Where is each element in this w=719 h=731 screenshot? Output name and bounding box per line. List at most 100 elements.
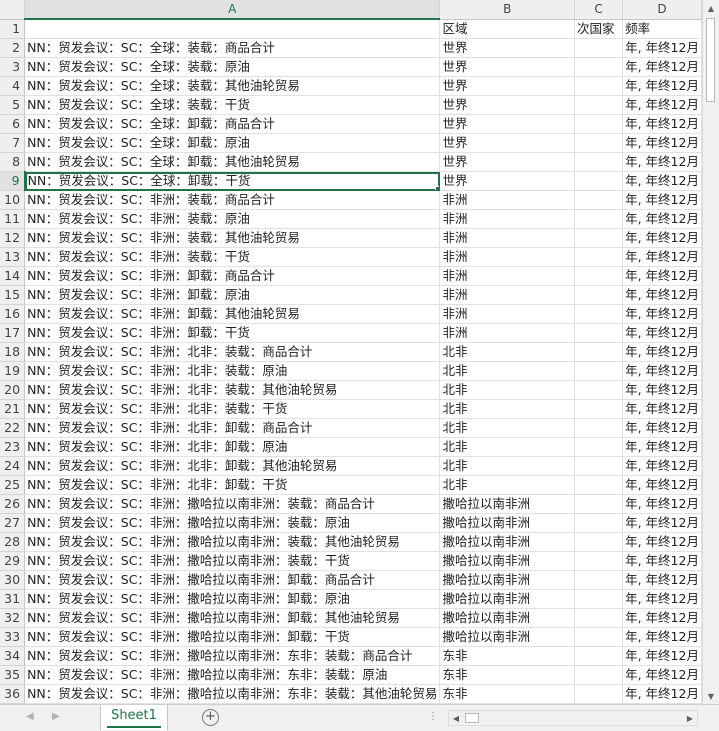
cell-d[interactable]: 年, 年终12月 xyxy=(622,247,702,267)
cell-a[interactable]: NN：贸发会议：SC：全球：装载：商品合计 xyxy=(24,38,441,58)
row-header[interactable]: 36 xyxy=(0,684,26,704)
row-header[interactable]: 11 xyxy=(0,209,26,229)
cell-c[interactable] xyxy=(574,380,624,400)
row-header[interactable]: 21 xyxy=(0,399,26,419)
row-header[interactable]: 2 xyxy=(0,38,26,58)
cell-a[interactable]: NN：贸发会议：SC：非洲：撒哈拉以南非洲：东非：装载：其他油轮贸易 xyxy=(24,684,441,704)
cell-c[interactable] xyxy=(574,532,624,552)
cell-c[interactable] xyxy=(574,76,624,96)
cell-a[interactable]: NN：贸发会议：SC：非洲：装载：商品合计 xyxy=(24,190,441,210)
row-header[interactable]: 5 xyxy=(0,95,26,115)
row-header[interactable]: 3 xyxy=(0,57,26,77)
cell-c[interactable] xyxy=(574,513,624,533)
cell-a[interactable]: NN：贸发会议：SC：非洲：卸载：原油 xyxy=(24,285,441,305)
row-header[interactable]: 26 xyxy=(0,494,26,514)
row-header[interactable]: 33 xyxy=(0,627,26,647)
cell-d[interactable]: 年, 年终12月 xyxy=(622,209,702,229)
row-header[interactable]: 7 xyxy=(0,133,26,153)
cell-c[interactable] xyxy=(574,323,624,343)
cell-d[interactable]: 年, 年终12月 xyxy=(622,361,702,381)
tab-splitter-handle[interactable]: ⋮ xyxy=(428,711,438,722)
cell-d[interactable]: 年, 年终12月 xyxy=(622,608,702,628)
cell-a[interactable]: NN：贸发会议：SC：非洲：装载：干货 xyxy=(24,247,441,267)
cell-a[interactable]: NN：贸发会议：SC：非洲：北非：装载：商品合计 xyxy=(24,342,441,362)
cell-c[interactable] xyxy=(574,114,624,134)
cell-a[interactable]: NN：贸发会议：SC：全球：卸载：干货 xyxy=(24,171,441,191)
cell-a[interactable]: NN：贸发会议：SC：全球：装载：其他油轮贸易 xyxy=(24,76,441,96)
cell-c[interactable] xyxy=(574,209,624,229)
cell-a[interactable]: NN：贸发会议：SC：非洲：撒哈拉以南非洲：装载：其他油轮贸易 xyxy=(24,532,441,552)
cell-c[interactable] xyxy=(574,171,624,191)
cell-d[interactable]: 年, 年终12月 xyxy=(622,38,702,58)
row-header[interactable]: 31 xyxy=(0,589,26,609)
cell-c[interactable] xyxy=(574,95,624,115)
arrow-up-icon[interactable]: ▲ xyxy=(703,0,719,16)
row-header[interactable]: 18 xyxy=(0,342,26,362)
cell-c[interactable] xyxy=(574,190,624,210)
cell-c[interactable] xyxy=(574,361,624,381)
cell-b[interactable]: 撒哈拉以南非洲 xyxy=(439,570,575,590)
plus-circle-icon[interactable]: + xyxy=(202,709,219,726)
row-header[interactable]: 29 xyxy=(0,551,26,571)
cell-a[interactable]: NN：贸发会议：SC：非洲：卸载：其他油轮贸易 xyxy=(24,304,441,324)
cell-d[interactable]: 年, 年终12月 xyxy=(622,551,702,571)
cell-a[interactable] xyxy=(24,19,441,39)
cell-b[interactable]: 北非 xyxy=(439,342,575,362)
cell-d[interactable]: 年, 年终12月 xyxy=(622,684,702,704)
cell-b[interactable]: 世界 xyxy=(439,152,575,172)
cell-d[interactable]: 年, 年终12月 xyxy=(622,513,702,533)
cell-d[interactable]: 年, 年终12月 xyxy=(622,418,702,438)
horizontal-scroll-thumb[interactable] xyxy=(465,713,479,723)
arrow-left-icon[interactable]: ◀ xyxy=(449,711,463,725)
column-header-d[interactable]: D xyxy=(622,0,702,20)
row-header[interactable]: 14 xyxy=(0,266,26,286)
cell-b[interactable]: 非洲 xyxy=(439,209,575,229)
row-header[interactable]: 20 xyxy=(0,380,26,400)
cell-c[interactable] xyxy=(574,342,624,362)
cell-a[interactable]: NN：贸发会议：SC：非洲：北非：装载：其他油轮贸易 xyxy=(24,380,441,400)
row-header[interactable]: 13 xyxy=(0,247,26,267)
cell-d[interactable]: 年, 年终12月 xyxy=(622,665,702,685)
row-header[interactable]: 19 xyxy=(0,361,26,381)
cell-c[interactable] xyxy=(574,266,624,286)
cell-d[interactable]: 年, 年终12月 xyxy=(622,627,702,647)
cell-b[interactable]: 非洲 xyxy=(439,304,575,324)
cell-d[interactable]: 年, 年终12月 xyxy=(622,190,702,210)
row-header[interactable]: 24 xyxy=(0,456,26,476)
cell-d[interactable]: 年, 年终12月 xyxy=(622,589,702,609)
cell-b[interactable]: 撒哈拉以南非洲 xyxy=(439,494,575,514)
row-header[interactable]: 12 xyxy=(0,228,26,248)
arrow-down-icon[interactable]: ▼ xyxy=(703,688,719,704)
cell-d[interactable]: 年, 年终12月 xyxy=(622,76,702,96)
column-header-c[interactable]: C xyxy=(574,0,624,20)
cell-c[interactable] xyxy=(574,589,624,609)
cell-b[interactable]: 世界 xyxy=(439,95,575,115)
cell-b[interactable]: 区域 xyxy=(439,19,575,39)
cell-b[interactable]: 撒哈拉以南非洲 xyxy=(439,513,575,533)
cell-a[interactable]: NN：贸发会议：SC：非洲：撒哈拉以南非洲：卸载：商品合计 xyxy=(24,570,441,590)
cell-b[interactable]: 非洲 xyxy=(439,266,575,286)
row-header[interactable]: 32 xyxy=(0,608,26,628)
cell-c[interactable] xyxy=(574,437,624,457)
arrow-right-icon[interactable]: ▶ xyxy=(683,711,697,725)
sheet-tab[interactable]: Sheet1 xyxy=(100,705,168,730)
cell-d[interactable]: 年, 年终12月 xyxy=(622,285,702,305)
row-header[interactable]: 4 xyxy=(0,76,26,96)
cell-d[interactable]: 年, 年终12月 xyxy=(622,133,702,153)
cell-c[interactable] xyxy=(574,285,624,305)
cell-d[interactable]: 年, 年终12月 xyxy=(622,570,702,590)
cell-d[interactable]: 年, 年终12月 xyxy=(622,494,702,514)
cell-a[interactable]: NN：贸发会议：SC：全球：卸载：其他油轮贸易 xyxy=(24,152,441,172)
cell-b[interactable]: 世界 xyxy=(439,171,575,191)
cell-a[interactable]: NN：贸发会议：SC：非洲：北非：卸载：原油 xyxy=(24,437,441,457)
row-header[interactable]: 8 xyxy=(0,152,26,172)
cell-c[interactable] xyxy=(574,57,624,77)
cell-c[interactable] xyxy=(574,684,624,704)
cell-c[interactable] xyxy=(574,551,624,571)
row-header[interactable]: 1 xyxy=(0,19,26,39)
cell-a[interactable]: NN：贸发会议：SC：非洲：卸载：商品合计 xyxy=(24,266,441,286)
cell-b[interactable]: 东非 xyxy=(439,646,575,666)
cell-b[interactable]: 世界 xyxy=(439,133,575,153)
vertical-scrollbar[interactable]: ▲ ▼ xyxy=(702,0,719,704)
cell-d[interactable]: 年, 年终12月 xyxy=(622,456,702,476)
